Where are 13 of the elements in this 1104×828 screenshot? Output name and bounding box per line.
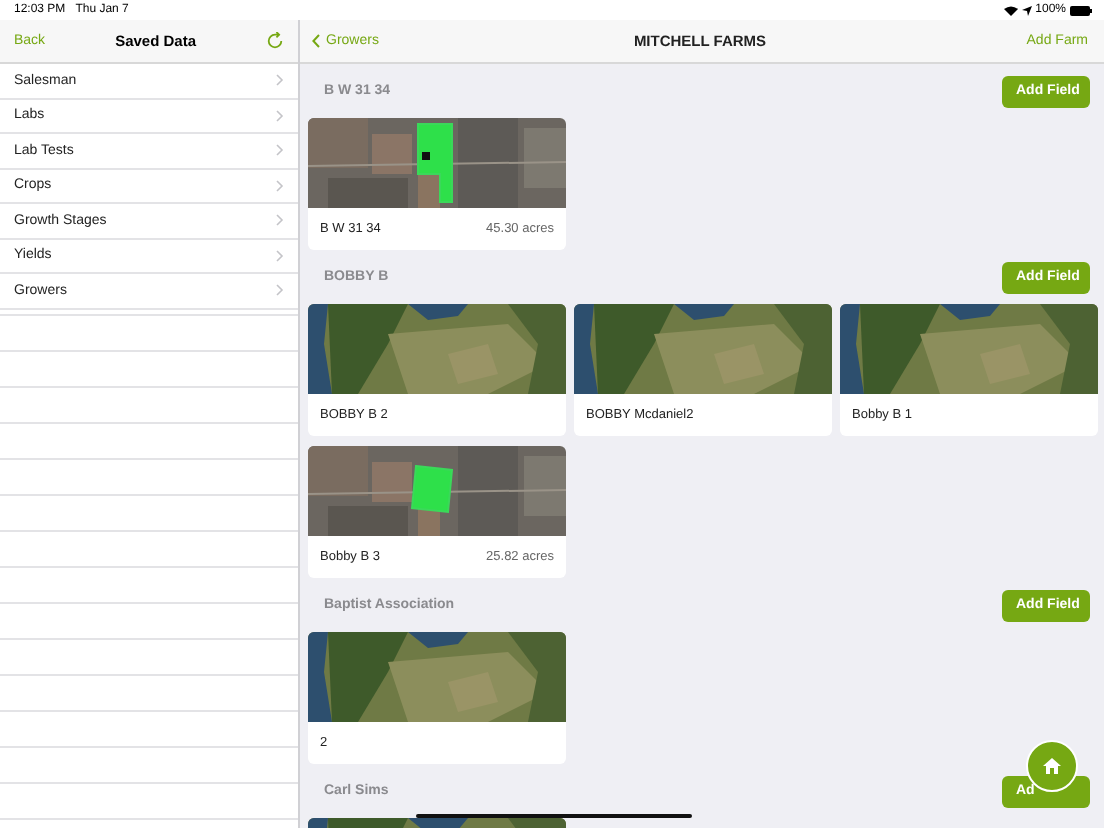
back-chevron-icon: [312, 34, 320, 48]
chevron-icon: [276, 214, 284, 227]
chevron-icon: [276, 249, 284, 262]
chevron-icon: [276, 109, 284, 122]
chevron-icon: [276, 74, 284, 87]
chevron-icon: [276, 284, 284, 297]
location-icon: [1021, 5, 1032, 15]
chevron-icon: [276, 179, 284, 192]
battery-icon: [1070, 5, 1092, 15]
home-icon: [1042, 756, 1062, 776]
wifi-icon: [1003, 5, 1018, 15]
chevron-icon: [276, 144, 284, 157]
refresh-icon[interactable]: [266, 32, 284, 50]
